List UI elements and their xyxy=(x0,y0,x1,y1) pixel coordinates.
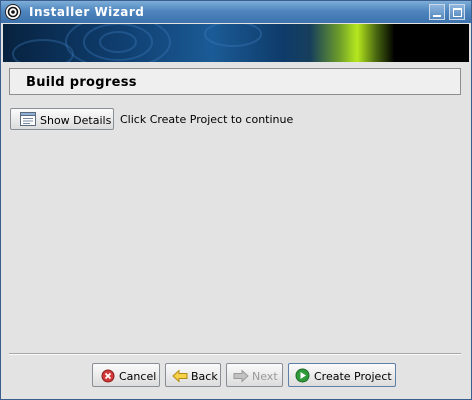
show-details-label: Show Details xyxy=(40,114,112,127)
footer-divider xyxy=(9,353,461,355)
maximize-button[interactable] xyxy=(449,4,465,20)
play-icon xyxy=(295,368,310,383)
window-title: Installer Wizard xyxy=(29,5,145,19)
app-logo-icon xyxy=(5,4,21,20)
cancel-button[interactable]: Cancel xyxy=(92,363,160,387)
page-header: Build progress xyxy=(9,68,461,95)
cancel-label: Cancel xyxy=(119,370,157,383)
page-title: Build progress xyxy=(26,75,137,90)
minimize-icon xyxy=(433,15,441,17)
create-project-button[interactable]: Create Project xyxy=(288,363,396,387)
back-label: Back xyxy=(191,370,218,383)
next-label: Next xyxy=(252,370,278,383)
installer-wizard-window: Installer Wizard Build progress Show Det… xyxy=(0,0,472,400)
arrow-left-icon xyxy=(172,369,188,383)
cancel-icon xyxy=(101,369,115,383)
maximize-icon xyxy=(453,8,462,17)
status-message: Click Create Project to continue xyxy=(120,113,294,126)
header-banner xyxy=(3,24,469,62)
minimize-button[interactable] xyxy=(429,4,445,20)
create-project-label: Create Project xyxy=(314,370,392,383)
show-details-button[interactable]: Show Details xyxy=(10,108,114,130)
title-bar[interactable]: Installer Wizard xyxy=(1,1,471,23)
next-button[interactable]: Next xyxy=(226,363,283,387)
arrow-right-icon xyxy=(233,369,249,383)
back-button[interactable]: Back xyxy=(165,363,221,387)
document-icon xyxy=(20,112,36,126)
